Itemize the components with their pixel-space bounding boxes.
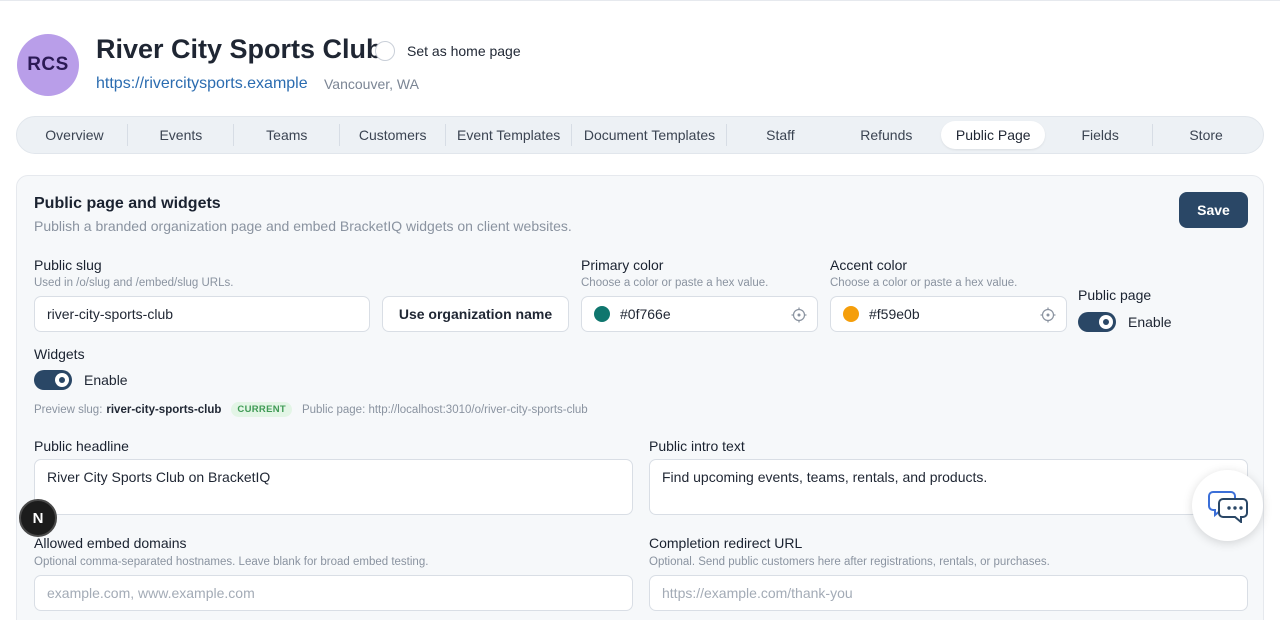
intro-value: Find upcoming events, teams, rentals, an… <box>662 469 988 485</box>
tab-label: Refunds <box>860 127 913 143</box>
public-page-card: Public page and widgets Publish a brande… <box>16 175 1264 620</box>
accent-color-label: Accent color <box>830 257 908 273</box>
tab-label: Event Templates <box>456 127 561 143</box>
accent-color-input[interactable]: #f59e0b <box>830 296 1067 332</box>
card-subtitle: Publish a branded organization page and … <box>34 218 572 234</box>
tab-label: Fields <box>1081 127 1119 143</box>
intro-label: Public intro text <box>649 438 745 454</box>
headline-label: Public headline <box>34 438 129 454</box>
tab-label: Events <box>159 127 203 143</box>
tab-label: Customers <box>358 127 427 143</box>
tab-fields[interactable]: Fields <box>1047 121 1154 149</box>
public-page-toggle-label: Enable <box>1128 314 1172 330</box>
embed-domains-label: Allowed embed domains <box>34 535 187 551</box>
headline-value: River City Sports Club on BracketIQ <box>47 469 271 485</box>
tab-store[interactable]: Store <box>1153 121 1259 149</box>
tab-public-page[interactable]: Public Page <box>941 121 1046 149</box>
primary-color-label: Primary color <box>581 257 664 273</box>
tab-teams[interactable]: Teams <box>234 121 340 149</box>
tab-customers[interactable]: Customers <box>340 121 446 149</box>
widgets-label: Widgets <box>34 346 85 362</box>
slug-value: river-city-sports-club <box>47 306 174 322</box>
dev-badge-letter: N <box>32 509 44 527</box>
tab-overview[interactable]: Overview <box>21 121 128 149</box>
preview-info: Preview slug: river-city-sports-club CUR… <box>34 402 588 417</box>
chat-button[interactable] <box>1192 470 1263 541</box>
primary-color-input[interactable]: #0f766e <box>581 296 818 332</box>
embed-domains-hint: Optional comma-separated hostnames. Leav… <box>34 556 429 568</box>
accent-color-swatch[interactable] <box>843 306 859 322</box>
widgets-toggle[interactable] <box>34 370 72 390</box>
top-divider <box>0 0 1280 1</box>
redirect-input[interactable]: https://example.com/thank-you <box>649 575 1248 611</box>
intro-input[interactable]: Find upcoming events, teams, rentals, an… <box>649 459 1248 515</box>
avatar-initials: RCS <box>27 54 69 75</box>
preview-slug-value: river-city-sports-club <box>106 403 222 416</box>
toggle-knob <box>55 373 69 387</box>
embed-domains-placeholder: example.com, www.example.com <box>47 585 255 601</box>
primary-color-value: #0f766e <box>620 306 671 322</box>
crosshair-icon[interactable] <box>1040 307 1056 323</box>
slug-hint: Used in /o/slug and /embed/slug URLs. <box>34 277 234 289</box>
save-button[interactable]: Save <box>1179 192 1248 228</box>
slug-input[interactable]: river-city-sports-club <box>34 296 370 332</box>
tab-label: Staff <box>766 127 795 143</box>
redirect-label: Completion redirect URL <box>649 535 803 551</box>
tab-label: Public Page <box>955 127 1031 143</box>
org-location: Vancouver, WA <box>324 76 419 92</box>
public-page-label: Public page <box>1078 287 1152 303</box>
org-avatar: RCS <box>17 34 79 96</box>
public-page-url: Public page: http://localhost:3010/o/riv… <box>301 403 588 416</box>
embed-domains-input[interactable]: example.com, www.example.com <box>34 575 633 611</box>
primary-color-hint: Choose a color or paste a hex value. <box>581 277 769 289</box>
tab-label: Store <box>1189 127 1223 143</box>
crosshair-icon[interactable] <box>791 307 807 323</box>
current-badge: CURRENT <box>231 402 292 417</box>
accent-color-value: #f59e0b <box>869 306 920 322</box>
widgets-toggle-label: Enable <box>84 372 128 388</box>
tab-label: Teams <box>266 127 308 143</box>
slug-label: Public slug <box>34 257 102 273</box>
tab-label: Document Templates <box>583 127 716 143</box>
accent-color-hint: Choose a color or paste a hex value. <box>830 277 1018 289</box>
preview-slug-prefix: Preview slug: <box>34 403 103 416</box>
primary-color-swatch[interactable] <box>594 306 610 322</box>
dev-tools-button[interactable]: N <box>19 499 57 537</box>
home-page-label[interactable]: Set as home page <box>407 43 521 59</box>
toggle-knob <box>1099 315 1113 329</box>
home-page-checkbox[interactable] <box>375 41 395 61</box>
tab-label: Overview <box>45 127 104 143</box>
org-tabs: Overview Events Teams Customers Event Te… <box>16 116 1264 154</box>
tab-events[interactable]: Events <box>128 121 234 149</box>
chat-bubbles-icon <box>1207 490 1248 523</box>
redirect-hint: Optional. Send public customers here aft… <box>649 556 1050 568</box>
card-title: Public page and widgets <box>34 195 221 212</box>
public-page-toggle[interactable] <box>1078 312 1116 332</box>
tab-staff[interactable]: Staff <box>727 121 833 149</box>
headline-input[interactable]: River City Sports Club on BracketIQ <box>34 459 633 515</box>
org-website-link[interactable]: https://rivercitysports.example <box>96 75 308 93</box>
tab-refunds[interactable]: Refunds <box>833 121 939 149</box>
page-title: River City Sports Club <box>96 34 383 64</box>
tab-event-templates[interactable]: Event Templates <box>446 121 572 149</box>
use-org-name-button[interactable]: Use organization name <box>382 296 569 332</box>
redirect-placeholder: https://example.com/thank-you <box>662 585 853 601</box>
tab-document-templates[interactable]: Document Templates <box>572 121 728 149</box>
